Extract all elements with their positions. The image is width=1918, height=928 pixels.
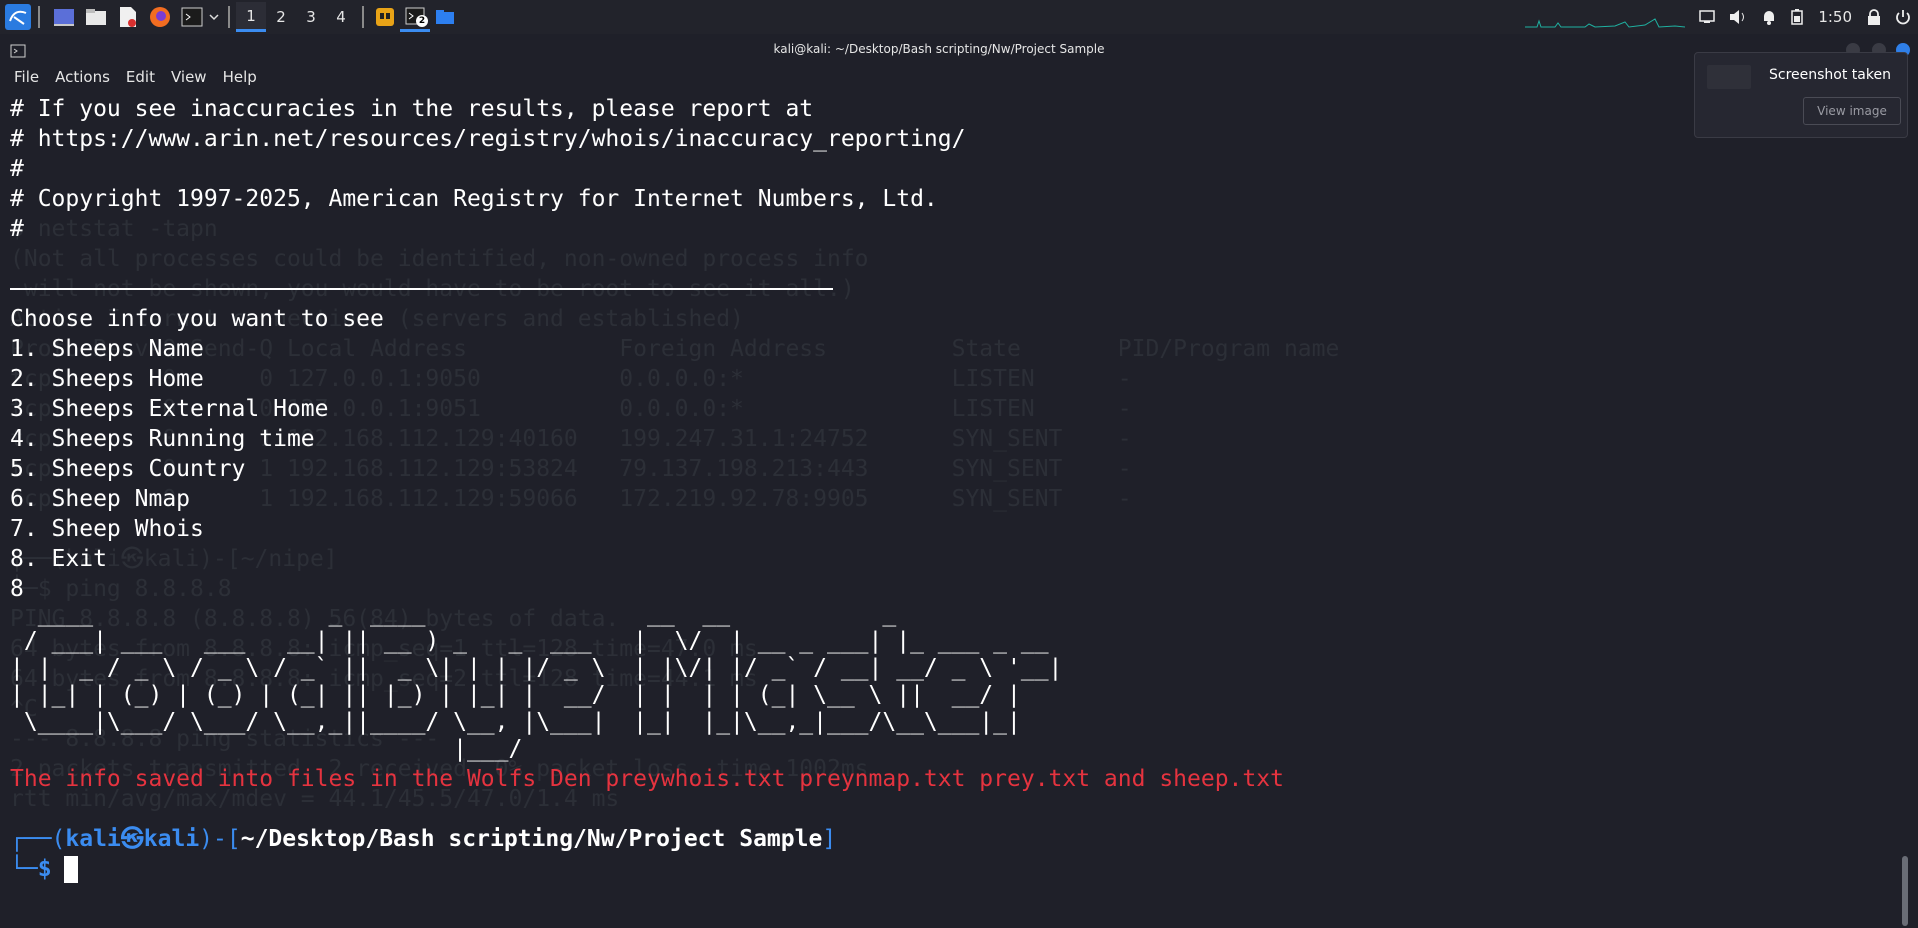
ascii-banner-line: ____ _ ____ __ __ _ bbox=[10, 601, 897, 627]
menu-option: 8. Exit bbox=[10, 546, 107, 572]
taskbar-separator bbox=[228, 6, 230, 28]
cpu-graph-icon bbox=[1525, 5, 1686, 29]
workspace-4[interactable]: 4 bbox=[326, 2, 356, 32]
display-icon[interactable] bbox=[1699, 10, 1716, 24]
terminal-scrollbar[interactable] bbox=[1902, 856, 1908, 926]
terminal-launcher-icon[interactable] bbox=[178, 3, 206, 31]
file-manager-icon[interactable] bbox=[82, 3, 110, 31]
text-editor-icon[interactable] bbox=[114, 3, 142, 31]
view-image-button[interactable]: View image bbox=[1803, 97, 1901, 125]
output-line: # If you see inaccuracies in the results… bbox=[10, 96, 814, 122]
menu-header: Choose info you want to see bbox=[10, 306, 384, 332]
ascii-banner-line: / ___| ___ ___ __| || __ ) _ _ ___ | \/ … bbox=[10, 628, 1049, 654]
show-desktop-icon[interactable] bbox=[50, 3, 78, 31]
output-line: # bbox=[10, 156, 24, 182]
menu-option: 6. Sheep Nmap bbox=[10, 486, 191, 512]
prompt-line: ┌──(kali㉿kali)-[~/Desktop/Bash scripting… bbox=[10, 824, 836, 854]
ascii-banner-line: \____|\___/ \___/ \__,_||____/ \__, |\__… bbox=[10, 709, 1021, 735]
task-app-icon[interactable] bbox=[370, 2, 400, 32]
menu-option: 2. Sheeps Home bbox=[10, 366, 204, 392]
text-cursor bbox=[63, 856, 78, 883]
output-line: # https://www.arin.net/resources/registr… bbox=[10, 126, 966, 152]
ghost-line: (Not all processes could be identified, … bbox=[10, 246, 869, 272]
ghost-line: $ netstat -tapn bbox=[10, 216, 218, 242]
workspace-2[interactable]: 2 bbox=[266, 2, 296, 32]
system-tray: 1:50 bbox=[1518, 0, 1918, 34]
menu-help[interactable]: Help bbox=[215, 68, 265, 86]
menu-option: 3. Sheeps External Home bbox=[10, 396, 329, 422]
prompt-bracket-close: ] bbox=[822, 826, 837, 852]
workspace-1[interactable]: 1 bbox=[236, 2, 266, 32]
power-icon[interactable] bbox=[1895, 9, 1911, 25]
clock[interactable]: 1:50 bbox=[1818, 8, 1852, 26]
ghost-line: Proto Recv-Q Send-Q Local Address Foreig… bbox=[10, 336, 1340, 362]
prompt-corner: ┌──( bbox=[10, 826, 66, 852]
menu-file[interactable]: File bbox=[6, 68, 47, 86]
ascii-banner-line: | |_| | (_) | (_) | (_| || |_) | |_| | _… bbox=[10, 682, 1021, 708]
menu-view[interactable]: View bbox=[163, 68, 215, 86]
output-line: # Copyright 1997-2025, American Registry… bbox=[10, 186, 938, 212]
kali-menu-icon[interactable] bbox=[4, 3, 32, 31]
ascii-banner-line: |___/ bbox=[10, 736, 523, 762]
prompt-separator: ㉿ bbox=[120, 826, 144, 852]
prompt-host: kali bbox=[143, 826, 200, 852]
lock-icon[interactable] bbox=[1867, 9, 1881, 25]
prompt-symbol: $ bbox=[37, 856, 52, 882]
prompt-path: ~/Desktop/Bash scripting/Nw/Project Samp… bbox=[240, 826, 823, 852]
menu-edit[interactable]: Edit bbox=[118, 68, 163, 86]
screenshot-thumbnail bbox=[1707, 65, 1751, 89]
menu-option: 1. Sheeps Name bbox=[10, 336, 204, 362]
taskbar-separator bbox=[38, 6, 40, 28]
menu-option: 5. Sheeps Country bbox=[10, 456, 246, 482]
command-input-line[interactable]: └─$ bbox=[10, 854, 78, 884]
terminal-count-badge: 2 bbox=[416, 15, 428, 27]
notification-title: Screenshot taken bbox=[1769, 67, 1891, 83]
task-folder-icon[interactable] bbox=[430, 2, 460, 32]
menu-option: 4. Sheeps Running time bbox=[10, 426, 315, 452]
prompt-user: kali bbox=[65, 826, 121, 852]
output-line: # bbox=[10, 216, 24, 242]
saved-message: The info saved into files in the Wolfs D… bbox=[10, 766, 1284, 792]
terminal-output[interactable]: $ netstat -tapn (Not all processes could… bbox=[0, 94, 1900, 928]
taskbar-separator bbox=[362, 6, 364, 28]
ascii-banner-line: | | _ / _ \ / _ \ / _` || _ \| | | |/ _ … bbox=[10, 655, 1063, 681]
chevron-down-icon[interactable] bbox=[206, 3, 222, 31]
prompt-corner-bottom: └─ bbox=[10, 856, 38, 882]
task-terminal-icon[interactable]: 2 bbox=[400, 2, 430, 32]
screenshot-notification[interactable]: Screenshot taken View image bbox=[1694, 52, 1908, 138]
prompt-bracket-open: )-[ bbox=[199, 826, 241, 852]
battery-icon[interactable] bbox=[1791, 9, 1804, 25]
firefox-icon[interactable] bbox=[146, 3, 174, 31]
menu-actions[interactable]: Actions bbox=[47, 68, 118, 86]
menubar: File Actions Edit View Help bbox=[0, 64, 265, 90]
window-titlebar[interactable]: kali@kali: ~/Desktop/Bash scripting/Nw/P… bbox=[0, 36, 1918, 64]
volume-icon[interactable] bbox=[1729, 9, 1747, 25]
taskbar: 1 2 3 4 2 1:50 bbox=[0, 0, 1918, 34]
horizontal-rule bbox=[10, 288, 833, 290]
workspace-3[interactable]: 3 bbox=[296, 2, 326, 32]
window-title: kali@kali: ~/Desktop/Bash scripting/Nw/P… bbox=[773, 42, 1105, 56]
notifications-bell-icon[interactable] bbox=[1761, 9, 1777, 25]
menu-option: 7. Sheep Whois bbox=[10, 516, 204, 542]
